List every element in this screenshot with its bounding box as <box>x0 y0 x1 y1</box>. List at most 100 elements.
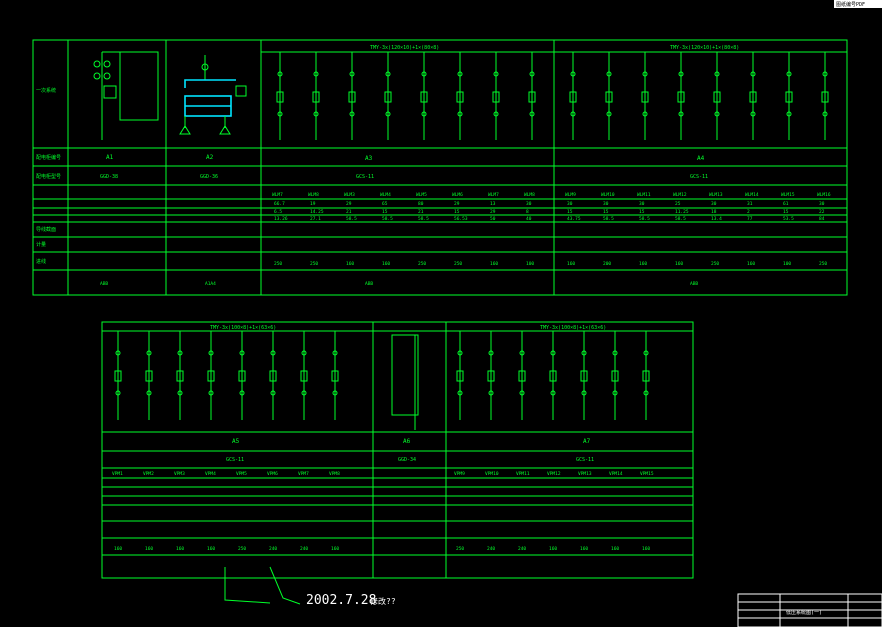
corner-stamp: 图纸编号PDF <box>836 1 865 8</box>
cabinet-a4-model: GCS-11 <box>690 174 708 180</box>
top-value-2: 15 <box>639 209 645 215</box>
top-value-2: 15 <box>603 209 609 215</box>
bottom-circuit-id: VPM8 <box>329 471 340 477</box>
bottom-bottom-value: 160 <box>145 546 153 552</box>
top-bottom-value: 160 <box>747 261 755 267</box>
cabinet-a3-model: GCS-11 <box>356 174 374 180</box>
top-value-2: 15 <box>783 209 789 215</box>
top-busbar-label-a3: TMY-3x(120×10)+1×(80×8) <box>370 45 439 51</box>
top-value-2: 29 <box>490 209 496 215</box>
top-circuit-id: WLM16 <box>817 192 831 198</box>
top-value-2: 15 <box>454 209 460 215</box>
cabinet-a5-model: GCS-11 <box>226 457 244 463</box>
electrical-diagram: TMY-3x(120×10)+1×(80×8) TMY-3x(120×10)+1… <box>32 0 882 627</box>
top-value-2: 22 <box>819 209 825 215</box>
bottom-circuit-id: VPM14 <box>609 471 623 477</box>
bottom-bottom-value: 160 <box>331 546 339 552</box>
top-bottom-value: 250 <box>418 261 426 267</box>
top-value-1: 30 <box>819 201 825 207</box>
cabinet-a3-id: A3 <box>365 155 373 162</box>
bottom-circuit-id: VPM1 <box>112 471 123 477</box>
bottom-circuit-id: VPM5 <box>236 471 247 477</box>
annotation-cloud <box>224 567 271 604</box>
top-bottom-value: 160 <box>382 261 390 267</box>
top-value-1: 65 <box>382 201 388 207</box>
top-value-2: 18 <box>711 209 717 215</box>
title-block-title: 低压系统图(一) <box>786 609 822 616</box>
bottom-panel-frame <box>101 321 694 579</box>
revision-date: 2002.7.28 <box>306 593 376 608</box>
top-value-3: 58.5 <box>675 216 686 222</box>
cabinet-a4-id: A4 <box>697 155 705 162</box>
top-circuit-id: WLM4 <box>380 192 391 198</box>
feeder-circuits: WLM766.76.513.26250WLM81914.2527.1250WLM… <box>100 52 831 552</box>
top-circuit-id: WLM8 <box>524 192 535 198</box>
bottom-busbar-label-a5: TMY-3x(100×8)+1×(63×6) <box>210 325 276 331</box>
row-label-cabinet-no: 配电柜编号 <box>36 154 61 161</box>
top-bottom-value: 250 <box>310 261 318 267</box>
row-label-primary: 一次系统 <box>36 87 56 94</box>
top-value-1: 29 <box>454 201 460 207</box>
top-value-2: 15 <box>382 209 388 215</box>
annotation-leader <box>269 566 301 605</box>
top-bottom-value: 100 <box>526 261 534 267</box>
row-label-cable: 导线截面 <box>36 226 56 233</box>
a1-incoming-symbol <box>93 51 159 140</box>
top-value-3: 58.5 <box>418 216 429 222</box>
top-value-1: 31 <box>747 201 753 207</box>
bottom-bottom-value: 240 <box>487 546 495 552</box>
cabinet-a6-id: A6 <box>403 438 411 445</box>
top-value-1: 19 <box>310 201 316 207</box>
top-value-3: 13.26 <box>274 216 288 222</box>
top-value-2: 14.25 <box>310 209 324 215</box>
top-panel-frame <box>32 39 848 296</box>
top-foot-label: A1A4 <box>205 281 216 287</box>
bottom-bottom-value: 160 <box>207 546 215 552</box>
row-label-cabinet-model: 配电柜型号 <box>36 173 61 180</box>
top-value-1: 66.7 <box>274 201 285 207</box>
bottom-circuit-id: VPM10 <box>485 471 499 477</box>
top-circuit-id: WLM11 <box>637 192 651 198</box>
top-circuit-id: WLM10 <box>601 192 615 198</box>
bottom-circuit-id: VPM12 <box>547 471 561 477</box>
title-block: 低压系统图(一) <box>737 593 882 627</box>
top-value-3: 77 <box>747 216 753 222</box>
bottom-circuit-id: VPM3 <box>174 471 185 477</box>
top-circuit-id: WLM6 <box>452 192 463 198</box>
bottom-bottom-value: 240 <box>300 546 308 552</box>
top-value-1: 25 <box>675 201 681 207</box>
top-panel: TMY-3x(120×10)+1×(80×8) TMY-3x(120×10)+1… <box>32 39 848 296</box>
top-value-2: 21 <box>346 209 352 215</box>
top-value-3: 13.4 <box>711 216 722 222</box>
top-value-1: 30 <box>526 201 532 207</box>
bottom-bottom-value: 240 <box>269 546 277 552</box>
bottom-circuit-id: VPM2 <box>143 471 154 477</box>
bottom-circuit-id: VPM15 <box>640 471 654 477</box>
top-circuit-id: WLM13 <box>709 192 723 198</box>
top-bottom-value: 160 <box>567 261 575 267</box>
top-bottom-value: 200 <box>603 261 611 267</box>
revision-note: 修改?? <box>370 596 396 606</box>
a6-incoming-symbol <box>391 334 419 430</box>
top-value-3: 40 <box>526 216 532 222</box>
bottom-bottom-value: 160 <box>549 546 557 552</box>
top-bottom-value: 160 <box>490 261 498 267</box>
top-value-3: 58.5 <box>382 216 393 222</box>
top-value-1: 13 <box>490 201 496 207</box>
cabinet-a1-model: GGD-38 <box>100 174 118 180</box>
top-value-1: 61 <box>783 201 789 207</box>
top-bottom-value: 100 <box>783 261 791 267</box>
top-value-2: 8 <box>526 209 529 215</box>
bottom-bottom-value: 160 <box>176 546 184 552</box>
top-circuit-id: WLM9 <box>565 192 576 198</box>
bottom-circuit-id: VPM4 <box>205 471 216 477</box>
cabinet-a2-model: GGD-36 <box>200 174 218 180</box>
cabinet-a2-id: A2 <box>206 154 214 161</box>
bottom-bottom-value: 240 <box>518 546 526 552</box>
top-value-1: 30 <box>567 201 573 207</box>
bottom-circuit-id: VPM13 <box>578 471 592 477</box>
top-bottom-value: 250 <box>274 261 282 267</box>
bottom-bottom-value: 160 <box>114 546 122 552</box>
cabinet-a1-id: A1 <box>106 154 114 161</box>
bottom-circuit-id: VPM6 <box>267 471 278 477</box>
